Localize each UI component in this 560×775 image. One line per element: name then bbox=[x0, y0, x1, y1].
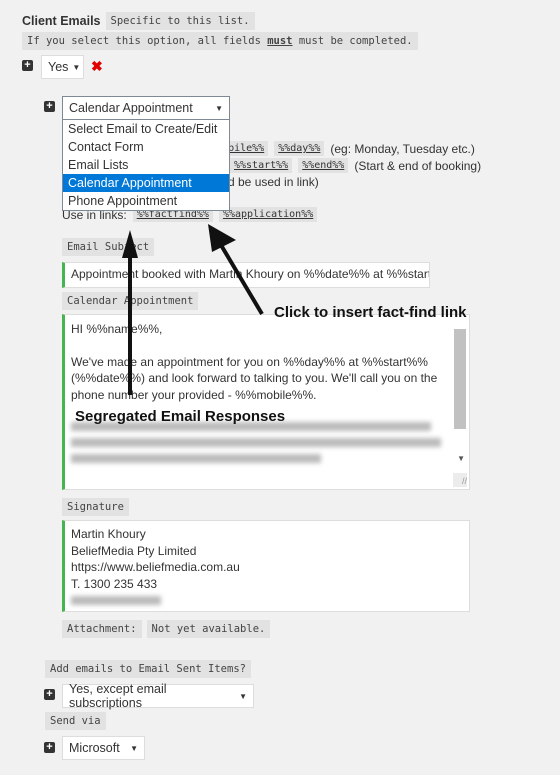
annotation-factfind: Click to insert fact-find link bbox=[274, 304, 467, 321]
arrow-up-icon bbox=[122, 230, 138, 395]
annotation-arrows bbox=[122, 224, 264, 395]
arrow-diagonal-icon bbox=[208, 224, 264, 316]
annotation-segregated: Segregated Email Responses bbox=[75, 408, 286, 425]
